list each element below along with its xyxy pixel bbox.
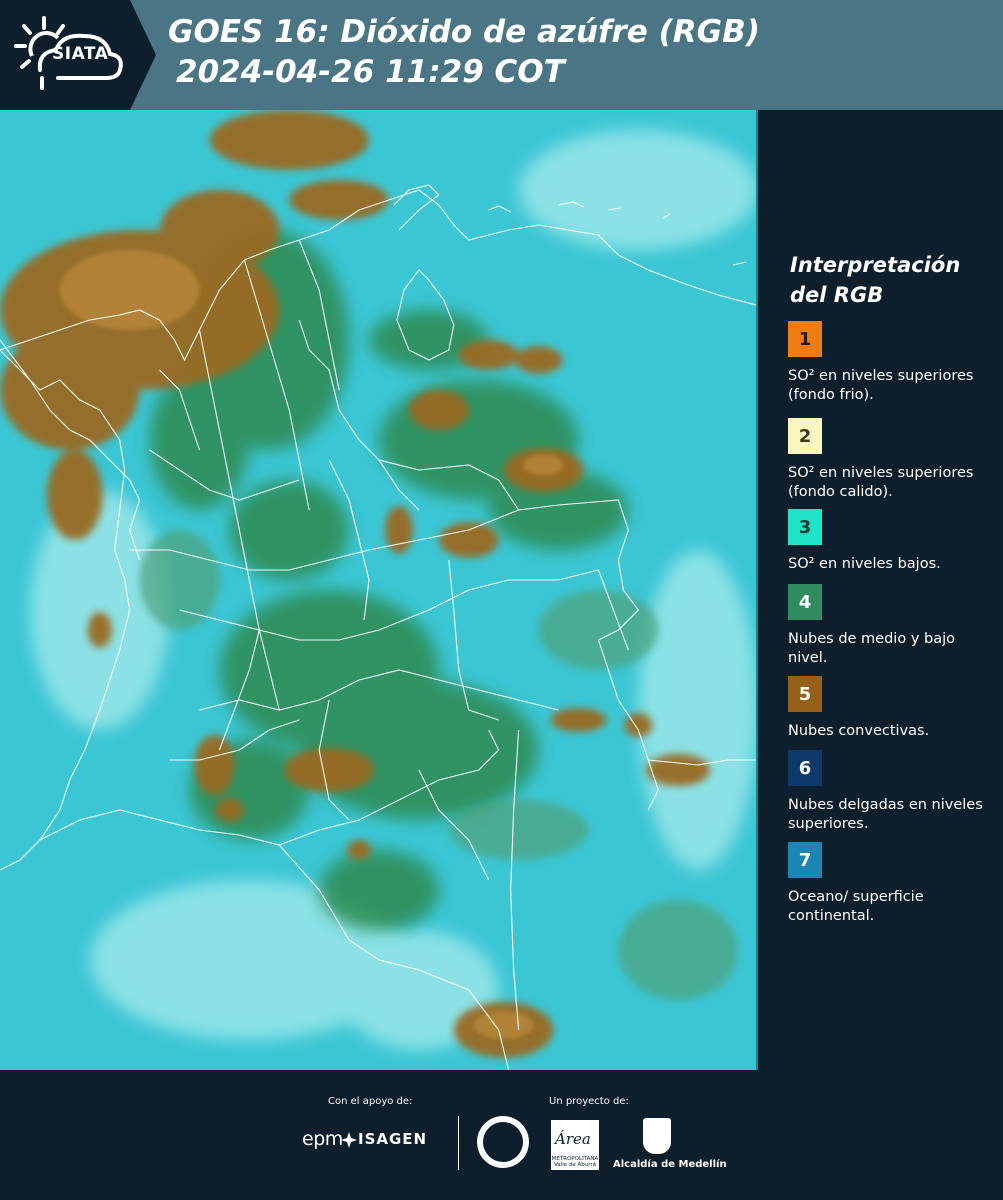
legend-item-7: 7 Oceano/ superficie continental. [788,842,998,926]
epm-logo: epm [302,1128,343,1150]
satellite-map [0,110,758,1070]
legend-label-3: SO² en niveles bajos. [788,556,941,572]
page-title: GOES 16: Dióxido de azúfre (RGB) [168,14,760,50]
legend-label-7: Oceano/ superficie continental. [788,889,924,924]
legend-number-1: 1 [798,328,812,350]
legend-number-5: 5 [798,683,812,705]
legend-label-2: SO² en niveles superiores (fondo calido)… [788,465,974,500]
alcaldia-shield-icon [643,1118,671,1154]
isagen-logo: ISAGEN [358,1130,428,1148]
support-label: Con el apoyo de: [328,1096,413,1107]
satellite-image [0,110,756,1070]
legend-item-6: 6 Nubes delgadas en niveles superiores. [788,750,998,834]
legend-title: Interpretación del RGB [790,253,961,307]
alcaldia-label: Alcaldía de Medellín [613,1159,727,1170]
logo-panel: SIATA [0,0,130,110]
medellin-seal-icon [477,1116,529,1168]
legend-panel: Interpretación del RGB 1 SO² en niveles … [762,110,1003,1070]
legend-item-1: 1 SO² en niveles superiores (fondo frio)… [788,321,998,405]
legend-number-7: 7 [798,849,812,871]
legend-number-6: 6 [798,757,812,779]
project-label: Un proyecto de: [549,1096,629,1107]
legend-label-5: Nubes convectivas. [788,723,930,739]
legend-item-2: 2 SO² en niveles superiores (fondo calid… [788,418,998,502]
legend-label-6: Nubes delgadas en niveles superiores. [788,797,983,832]
legend-item-4: 4 Nubes de medio y bajo nivel. [788,584,998,668]
legend-swatch-1: 1 [788,321,822,357]
legend-item-3: 3 SO² en niveles bajos. [788,509,998,574]
legend-swatch-7: 7 [788,842,822,878]
legend-label-1: SO² en niveles superiores (fondo frio). [788,368,974,403]
isagen-mark-icon [341,1132,357,1148]
legend-swatch-2: 2 [788,418,822,454]
legend-swatch-4: 4 [788,584,822,620]
legend-swatch-5: 5 [788,676,822,712]
area-logo-text: Área [555,1130,591,1148]
logo-text: SIATA [52,44,109,64]
area-logo-subtext: METROPOLITANA Valle de Aburrá [551,1156,599,1168]
header-bar: SIATA GOES 16: Dióxido de azúfre (RGB) 2… [0,0,1003,110]
legend-number-3: 3 [798,516,812,538]
legend-number-4: 4 [798,591,812,613]
legend-number-2: 2 [798,425,812,447]
footer-divider [458,1116,459,1170]
legend-swatch-3: 3 [788,509,822,545]
logo-chevron [130,0,156,110]
footer-bar: Con el apoyo de: Un proyecto de: epm ISA… [0,1070,1003,1200]
page-timestamp: 2024-04-26 11:29 COT [176,54,565,90]
legend-label-4: Nubes de medio y bajo nivel. [788,631,955,666]
legend-swatch-6: 6 [788,750,822,786]
seal-inner [483,1122,523,1162]
legend-item-5: 5 Nubes convectivas. [788,676,998,741]
